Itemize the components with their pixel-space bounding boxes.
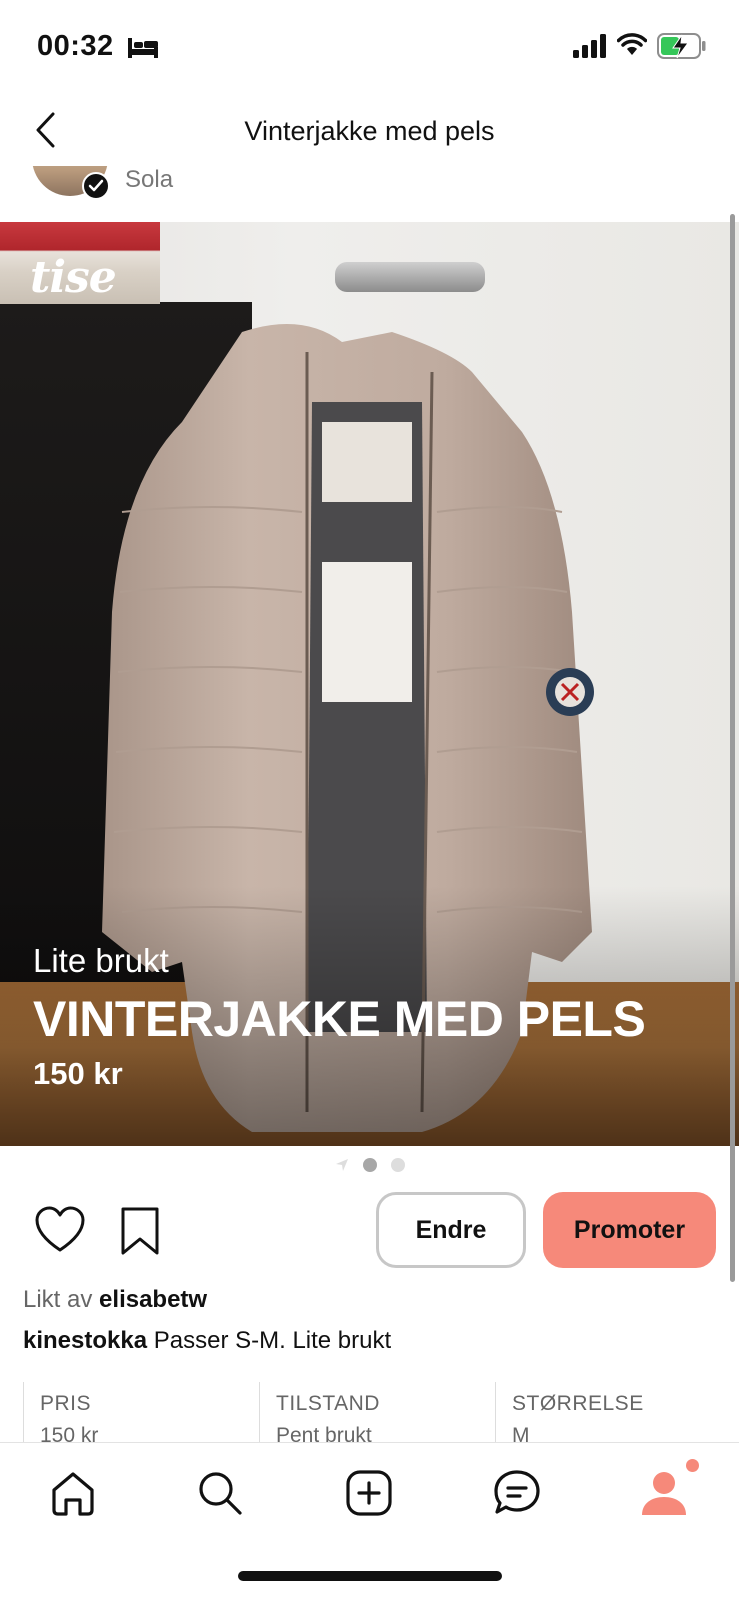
detail-condition: TILSTAND Pent brukt [259,1382,499,1442]
seller-location: Sola [125,166,174,193]
detail-value: 150 kr [40,1424,99,1442]
detail-value: M [512,1424,530,1442]
author-username[interactable]: kinestokka [23,1327,147,1354]
details-table: PRIS 150 kr TILSTAND Pent brukt STØRRELS… [23,1382,739,1442]
detail-label: PRIS [40,1392,92,1415]
like-button[interactable] [34,1206,86,1254]
nav-header: Vinterjakke med pels [0,94,739,166]
bed-icon [128,38,158,58]
nav-add[interactable] [341,1465,397,1521]
status-time: 00:32 [37,30,114,62]
detail-label: STØRRELSE [512,1392,644,1415]
photo-hanger [335,262,485,292]
nav-home[interactable] [45,1465,101,1521]
wifi-icon [617,33,647,55]
description-text: Passer S-M. Lite brukt [153,1327,392,1354]
listing-price: 150 kr [33,1056,123,1091]
pager-dot[interactable] [390,1158,405,1172]
liked-by-prefix: Likt av [23,1286,93,1313]
messages-icon [494,1470,540,1514]
detail-size: STØRRELSE M [495,1382,735,1442]
signal-icon [573,34,606,58]
detail-price: PRIS 150 kr [23,1382,263,1442]
listing-photo[interactable]: tise Lite brukt VINTERJAKKE MED PELS 150… [0,222,739,1146]
nav-messages[interactable] [489,1465,545,1521]
save-button[interactable] [118,1206,162,1256]
page-title: Vinterjakke med pels [244,116,495,146]
detail-label: TILSTAND [276,1392,380,1415]
pager-dot-active[interactable] [362,1158,377,1172]
seller-row[interactable]: Sola [0,166,739,222]
add-icon [346,1470,392,1516]
tise-watermark: tise [30,252,117,303]
scrollbar[interactable] [730,214,735,1282]
detail-value: Pent brukt [276,1424,372,1442]
nav-profile[interactable] [636,1465,692,1521]
search-icon [199,1472,242,1515]
status-bar: 00:32 [0,0,739,94]
bookmark-icon [121,1207,159,1255]
listing-description: kinestokka Passer S-M. Lite brukt [23,1327,391,1355]
liked-by-user[interactable]: elisabetw [99,1286,207,1313]
verified-check-icon [82,172,110,200]
notification-dot [686,1459,699,1472]
listing-title: VINTERJAKKE MED PELS [33,991,646,1047]
home-indicator[interactable] [238,1571,502,1581]
condition-label: Lite brukt [33,942,169,979]
photo-pager [0,1154,739,1176]
promote-button[interactable]: Promoter [543,1192,716,1268]
nav-search[interactable] [192,1465,248,1521]
battery-charging-icon [657,33,706,59]
edit-button[interactable]: Endre [376,1192,526,1268]
heart-icon [35,1206,85,1252]
liked-by[interactable]: Likt av elisabetw [23,1286,207,1314]
action-row: Endre Promoter [0,1192,739,1268]
home-icon [52,1472,94,1516]
location-arrow-icon [335,1159,348,1171]
profile-icon [642,1472,686,1515]
